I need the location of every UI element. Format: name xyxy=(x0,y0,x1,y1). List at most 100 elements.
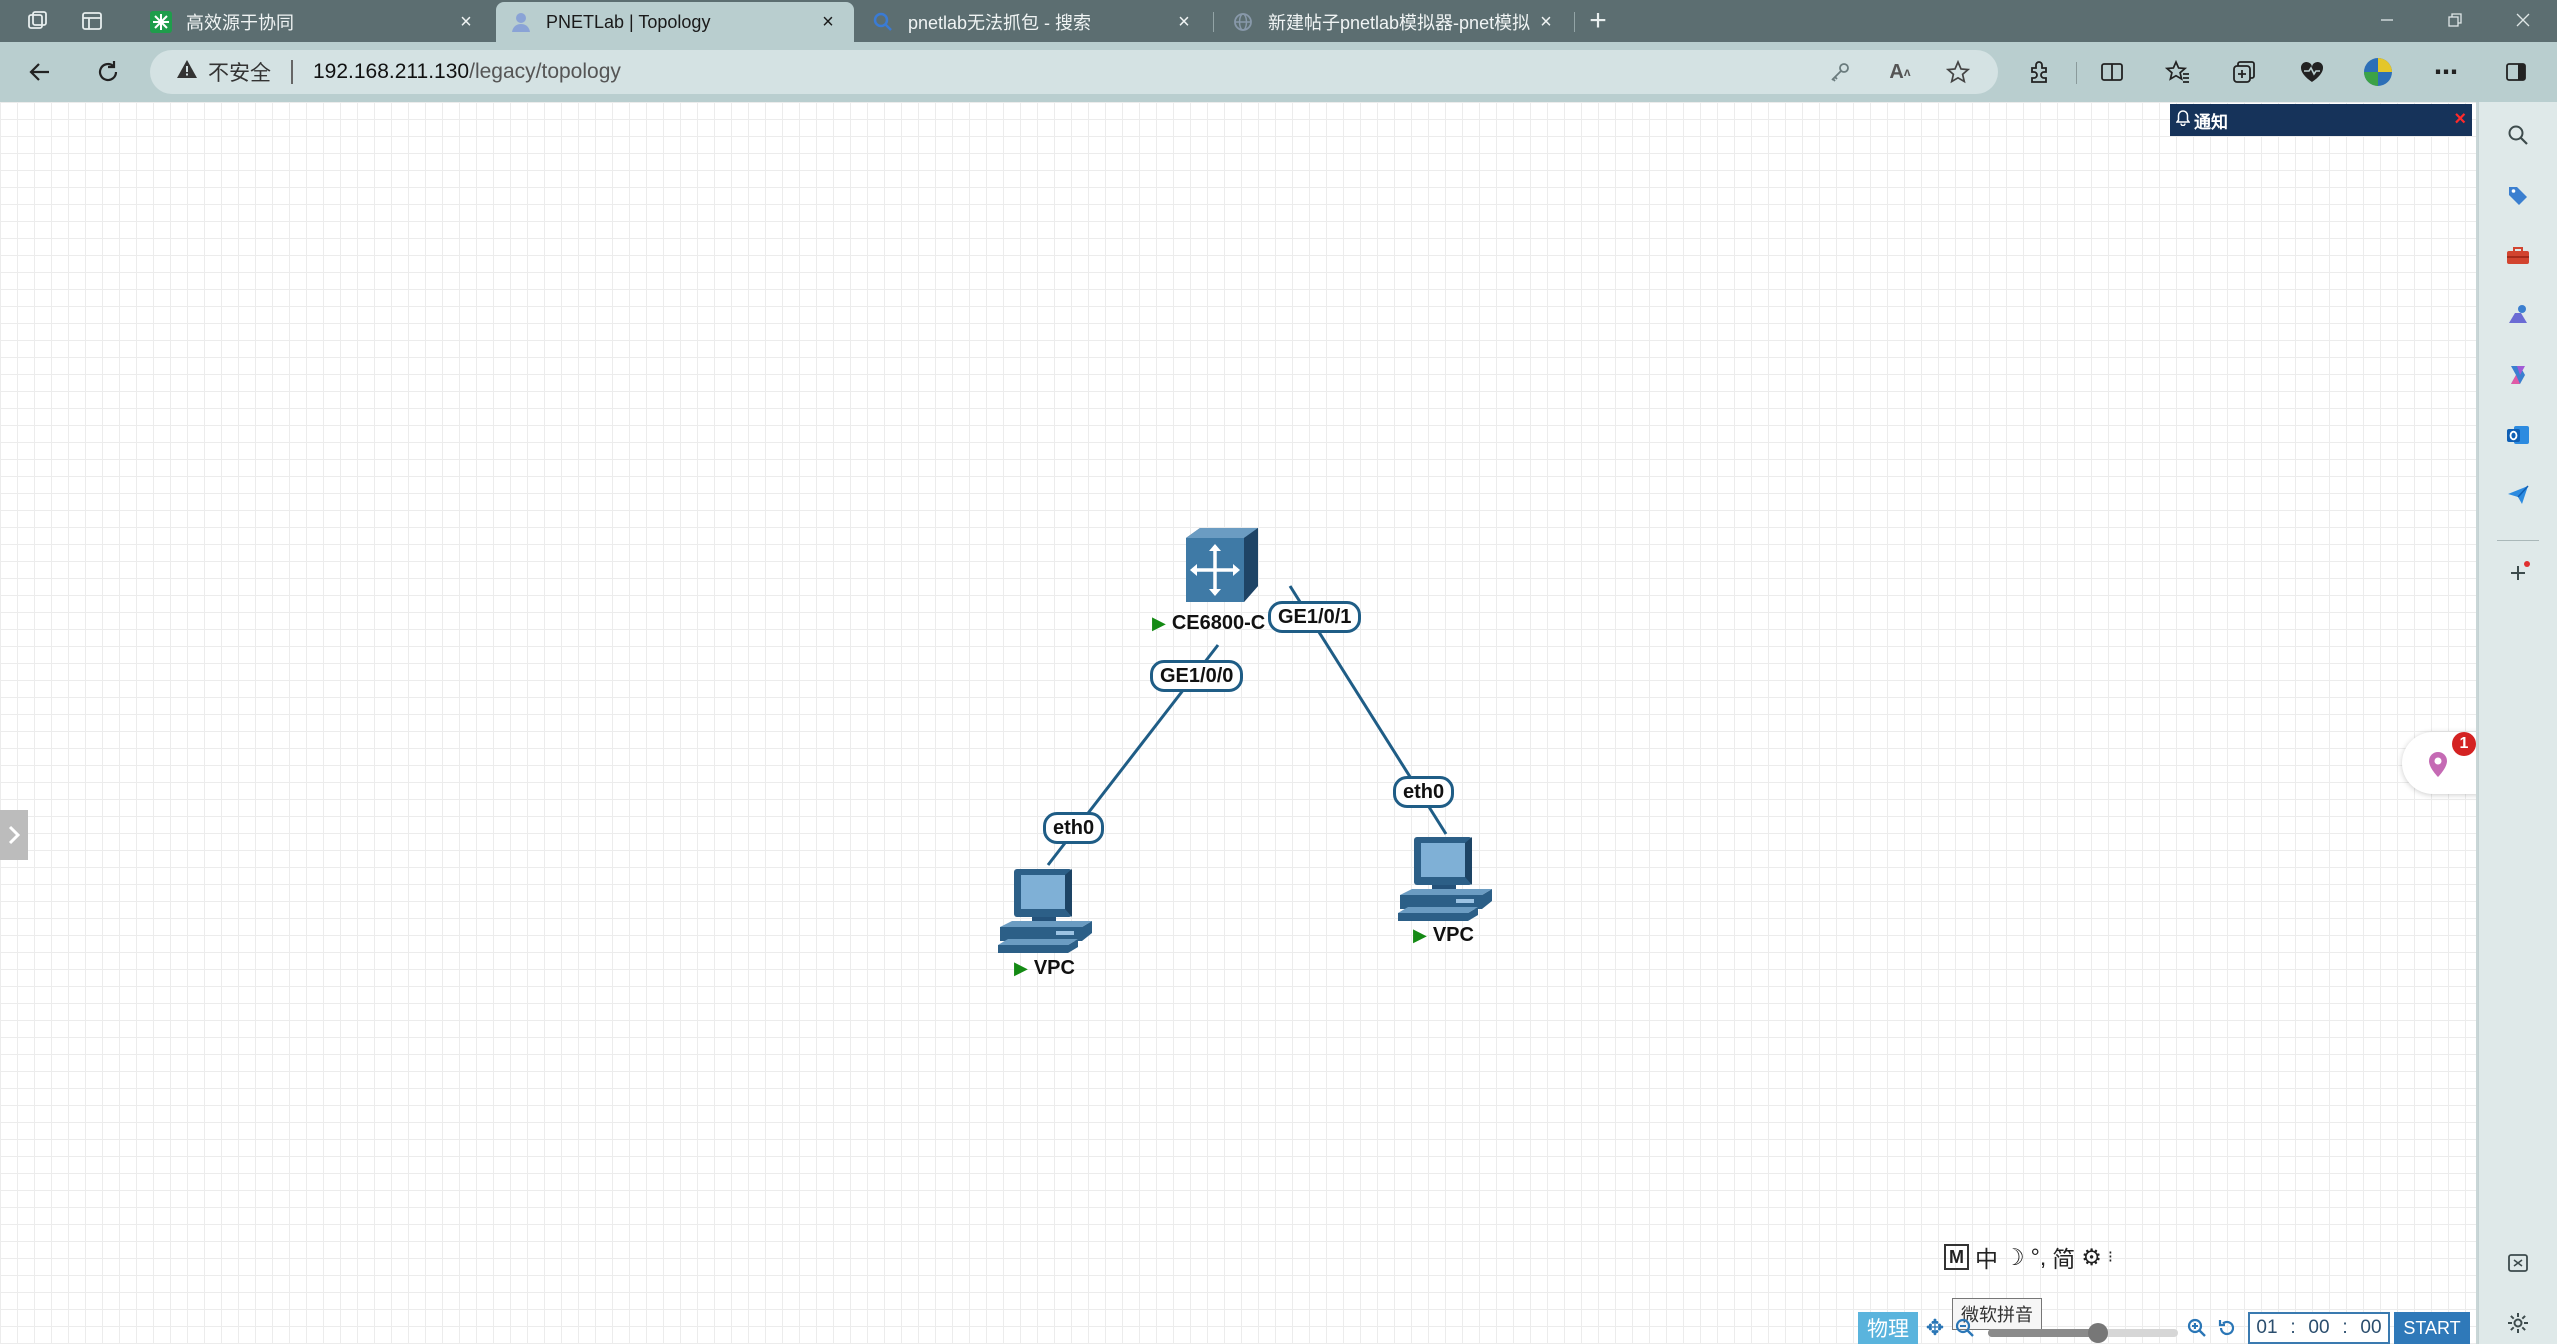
interface-label-eth0-right[interactable]: eth0 xyxy=(1393,776,1455,808)
pnetlab-person-icon xyxy=(510,11,532,33)
extensions-icon[interactable] xyxy=(2022,54,2058,90)
toolbar-divider xyxy=(2076,62,2077,84)
floating-assistant-button[interactable]: 1 xyxy=(2402,732,2480,794)
moon-icon[interactable]: ☽ xyxy=(2004,1244,2025,1271)
sidebar-toggle-icon[interactable] xyxy=(2498,54,2534,90)
favorite-star-icon[interactable] xyxy=(1942,58,1974,86)
search-icon[interactable] xyxy=(2503,120,2533,150)
interface-label-eth0-left[interactable]: eth0 xyxy=(1043,812,1105,844)
pc-icon[interactable] xyxy=(1396,835,1496,921)
node-label-vpc-left[interactable]: ▶ VPC xyxy=(1014,957,1075,980)
tab-title: 新建帖子pnetlab模拟器-pnet模拟 xyxy=(1268,13,1531,33)
screenshot-capture-icon[interactable] xyxy=(2503,1248,2533,1278)
node-label-switch[interactable]: ▶ CE6800-C xyxy=(1152,612,1265,635)
notification-count-badge: 1 xyxy=(2452,732,2476,756)
toolbox-icon[interactable] xyxy=(2503,240,2533,270)
ime-toolbar: M 中 ☽ °, 简 ⚙ ⁝ xyxy=(1944,1240,2113,1274)
bell-icon xyxy=(2175,110,2191,130)
tab-bing-search[interactable]: pnetlab无法抓包 - 搜索 × xyxy=(858,2,1210,42)
new-tab-button[interactable]: + xyxy=(1582,4,1614,37)
collections-icon[interactable] xyxy=(2226,54,2262,90)
reset-zoom-icon[interactable] xyxy=(2214,1314,2240,1342)
ime-more-icon[interactable]: ⁝ xyxy=(2108,1247,2113,1267)
favorites-icon[interactable] xyxy=(2160,54,2196,90)
shopping-tag-icon[interactable] xyxy=(2503,180,2533,210)
tab-close-button[interactable]: × xyxy=(454,10,478,34)
physical-view-button[interactable]: 物理 xyxy=(1858,1312,1918,1344)
tab-actions-icon[interactable] xyxy=(76,6,108,36)
timer-colon: : xyxy=(2342,1317,2348,1338)
move-crosshair-icon[interactable]: ✥ xyxy=(1922,1314,1948,1342)
zoom-in-icon[interactable] xyxy=(2184,1314,2210,1342)
read-aloud-icon[interactable]: Aʌ xyxy=(1884,58,1916,86)
tab-pnetlab-topology[interactable]: PNETLab | Topology × xyxy=(496,2,854,42)
copilot-icon[interactable] xyxy=(2503,360,2533,390)
profile-avatar[interactable] xyxy=(2360,54,2396,90)
running-status-icon: ▶ xyxy=(1014,958,1028,978)
minimize-icon[interactable] xyxy=(2352,0,2422,40)
timer-colon: : xyxy=(2290,1317,2296,1338)
timer-hours: 01 xyxy=(2256,1317,2278,1338)
more-options-icon[interactable]: ⋯ xyxy=(2428,54,2464,90)
zoom-slider[interactable] xyxy=(1988,1323,2178,1343)
start-button[interactable]: START xyxy=(2394,1312,2470,1344)
sidebar-settings-gear-icon[interactable] xyxy=(2503,1308,2533,1338)
globe-icon xyxy=(1232,11,1254,33)
notification-title: 通知 xyxy=(2194,112,2228,132)
ime-punctuation-toggle[interactable]: °, xyxy=(2031,1244,2047,1271)
interface-label-ge1-0-1[interactable]: GE1/0/1 xyxy=(1268,601,1362,633)
link-layer xyxy=(1046,585,1448,866)
games-icon[interactable] xyxy=(2503,300,2533,330)
zoom-slider-handle[interactable] xyxy=(2088,1323,2109,1343)
switch-icon[interactable] xyxy=(1178,524,1262,608)
notification-panel-header: 通知 × xyxy=(2170,104,2472,136)
back-icon[interactable] xyxy=(22,54,58,90)
outlook-icon[interactable] xyxy=(2503,420,2533,450)
workspaces-icon[interactable] xyxy=(22,6,54,36)
tab-strip: 高效源于协同 × PNETLab | Topology × pnetlab无法抓… xyxy=(0,0,2557,42)
url-host: 192.168.211.130 xyxy=(313,60,470,83)
balloon-pin-icon xyxy=(2424,750,2452,785)
split-screen-icon[interactable] xyxy=(2094,54,2130,90)
performance-heart-icon[interactable] xyxy=(2294,54,2330,90)
tab-separator xyxy=(1213,12,1214,32)
tab-collab[interactable]: 高效源于协同 × xyxy=(136,2,492,42)
tab-close-button[interactable]: × xyxy=(816,10,840,34)
restore-icon[interactable] xyxy=(2420,0,2490,40)
interface-label-ge1-0-0[interactable]: GE1/0/0 xyxy=(1150,660,1244,692)
add-sidebar-app-icon[interactable] xyxy=(2503,558,2533,588)
notification-close-button[interactable]: × xyxy=(2454,108,2466,131)
bing-search-icon xyxy=(872,11,894,33)
ime-language-toggle[interactable]: 中 xyxy=(1975,1240,1998,1274)
warning-triangle-icon xyxy=(176,59,198,85)
canvas-bottom-controls: 物理 ✥ 01 : 00 : 00 START xyxy=(1858,1312,2478,1344)
ime-script-toggle[interactable]: 简 xyxy=(2052,1240,2075,1274)
url-path: /legacy/topology xyxy=(469,60,621,83)
address-bar[interactable]: 不安全 192.168.211.130/legacy/topology Aʌ xyxy=(150,50,1998,94)
tab-close-button[interactable]: × xyxy=(1172,10,1196,34)
refresh-icon[interactable] xyxy=(90,54,126,90)
ime-mode-button[interactable]: M xyxy=(1944,1244,1969,1270)
gear-icon[interactable]: ⚙ xyxy=(2081,1244,2102,1271)
running-status-icon: ▶ xyxy=(1152,613,1166,633)
browser-toolbar: 不安全 192.168.211.130/legacy/topology Aʌ ⋯ xyxy=(0,42,2557,102)
lab-timer[interactable]: 01 : 00 : 00 xyxy=(2248,1312,2390,1344)
key-icon[interactable] xyxy=(1824,58,1856,86)
node-name: VPC xyxy=(1033,957,1075,979)
address-divider xyxy=(291,60,293,84)
close-window-icon[interactable] xyxy=(2488,0,2557,40)
edge-sidebar xyxy=(2478,102,2557,1344)
pc-icon[interactable] xyxy=(996,867,1096,953)
green-snowflake-icon xyxy=(150,11,172,33)
node-label-vpc-right[interactable]: ▶ VPC xyxy=(1413,924,1474,947)
zoom-slider-fill xyxy=(1988,1329,2099,1337)
topology-canvas[interactable]: ▶ CE6800-C ▶ VPC ▶ VPC GE1/0/0 GE1/0/1 e… xyxy=(0,102,2480,1344)
zoom-out-icon[interactable] xyxy=(1952,1314,1978,1342)
tab-close-button[interactable]: × xyxy=(1534,10,1558,34)
running-status-icon: ▶ xyxy=(1413,925,1427,945)
tab-title: pnetlab无法抓包 - 搜索 xyxy=(908,13,1092,33)
security-status-label[interactable]: 不安全 xyxy=(208,57,271,87)
left-panel-expand-button[interactable] xyxy=(0,810,28,860)
tab-new-post[interactable]: 新建帖子pnetlab模拟器-pnet模拟 × xyxy=(1218,2,1572,42)
send-plane-icon[interactable] xyxy=(2503,480,2533,510)
